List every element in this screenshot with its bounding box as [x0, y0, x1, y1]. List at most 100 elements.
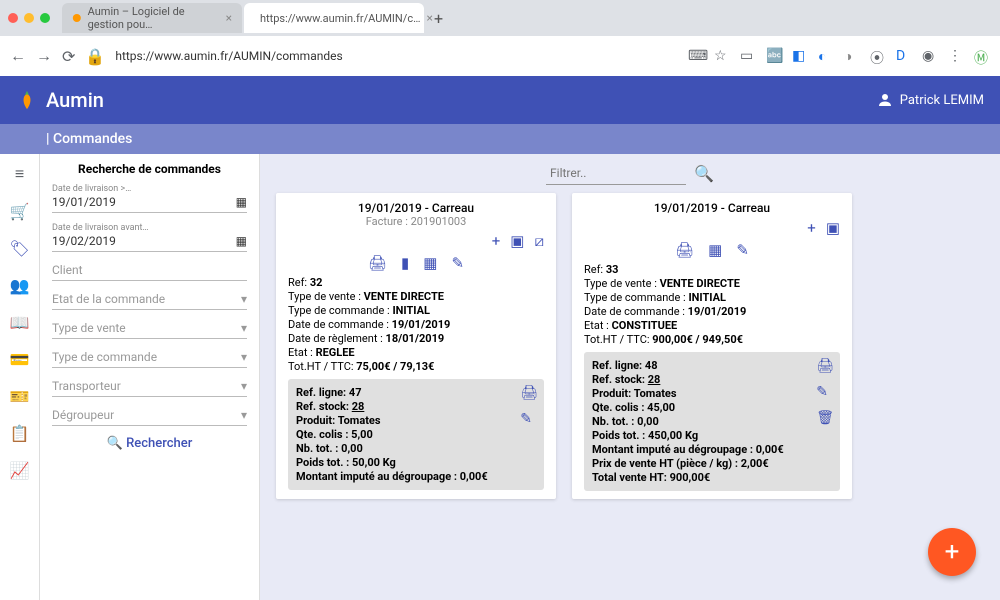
browser-tab-1[interactable]: Aumin – Logiciel de gestion pou… × [62, 3, 242, 33]
type-commande-field[interactable]: Type de commande▾ [52, 349, 247, 368]
add-icon[interactable]: + [492, 232, 501, 250]
fab-add-button[interactable]: + [928, 528, 976, 576]
add-icon[interactable]: + [807, 219, 816, 237]
label: Montant imputé au dégroupage : [296, 470, 460, 483]
stock-link[interactable]: 28 [352, 400, 365, 413]
card-top-icons: + ▣ [584, 219, 840, 237]
edit-icon[interactable]: ✎ [520, 411, 538, 427]
close-icon[interactable]: × [226, 11, 232, 25]
profile-icon[interactable]: Ⓜ [974, 48, 990, 64]
extension-icon[interactable]: ◧ [792, 48, 808, 64]
translate-icon[interactable]: 🔤 [766, 48, 782, 64]
calendar-icon[interactable]: ▦ [423, 254, 437, 272]
notebook-icon[interactable]: ▮ [401, 254, 409, 272]
extension-icon[interactable]: ⦿ [870, 48, 886, 64]
label: Ref. stock: [592, 373, 648, 386]
lock-icon: 🔒 [85, 47, 105, 66]
edit-icon[interactable]: ✎ [736, 241, 749, 259]
edit-icon[interactable]: ✎ [816, 384, 834, 400]
people-icon[interactable]: 👥 [10, 276, 30, 295]
close-icon[interactable]: × [426, 11, 432, 25]
field-label: Etat de la commande [52, 292, 165, 306]
print-icon[interactable]: 🖨 [816, 358, 834, 374]
comment-off-icon[interactable]: ⧄ [534, 232, 544, 250]
new-tab-button[interactable]: + [434, 9, 443, 28]
type-vente-field[interactable]: Type de vente▾ [52, 320, 247, 339]
label: Produit: [296, 414, 338, 427]
degroupeur-field[interactable]: Dégroupeur▾ [52, 407, 247, 426]
window-max-icon[interactable] [40, 13, 50, 23]
extension-icon[interactable]: D [896, 48, 912, 64]
card-title: 19/01/2019 - Carreau [584, 201, 840, 215]
etat-field[interactable]: Etat de la commande ▾ [52, 291, 247, 310]
chevron-down-icon: ▾ [241, 321, 247, 335]
card-title: 19/01/2019 - Carreau [288, 201, 544, 215]
search-icon[interactable]: 🔍 [694, 164, 714, 183]
tag-icon[interactable]: 🏷 [9, 239, 29, 258]
chart-icon[interactable]: 📈 [10, 461, 30, 480]
back-button[interactable]: ← [10, 46, 26, 66]
delete-icon[interactable]: 🗑 [816, 410, 834, 426]
user-menu[interactable]: Patrick LEMIM [876, 91, 984, 109]
star-icon[interactable]: ☆ [714, 48, 730, 64]
value: 47 [349, 386, 362, 399]
chevron-down-icon: ▾ [241, 292, 247, 306]
value: 450,00 Kg [648, 429, 698, 442]
extension-icon[interactable]: ◉ [922, 48, 938, 64]
cast-icon[interactable]: ▭ [740, 48, 756, 64]
value: 0,00 [341, 442, 363, 455]
label: Type de commande : [288, 304, 392, 317]
menu-icon[interactable]: ⋮ [948, 48, 964, 64]
print-icon[interactable]: 🖨 [520, 385, 538, 401]
calendar-icon[interactable]: ▦ [708, 241, 722, 259]
tab-strip: Aumin – Logiciel de gestion pou… × https… [0, 0, 1000, 36]
cards-container: 19/01/2019 - Carreau Facture : 201901003… [276, 193, 984, 499]
print-icon[interactable]: 🖨 [675, 241, 694, 259]
label: Date de commande : [288, 318, 392, 331]
calendar-icon[interactable]: ▦ [236, 234, 247, 248]
brand[interactable]: Aumin [16, 88, 104, 112]
extension-icon[interactable]: ◑ [844, 48, 860, 64]
label: Nb. tot. : [296, 442, 341, 455]
field-label: Client [52, 263, 83, 277]
window-close-icon[interactable] [8, 13, 18, 23]
calendar-icon[interactable]: ▦ [236, 195, 247, 209]
comment-icon[interactable]: ▣ [826, 219, 840, 237]
value: 18/01/2019 [386, 332, 445, 345]
label: Date de commande : [584, 305, 688, 318]
ticket-icon[interactable]: 🎫 [10, 387, 30, 406]
label: Ref: [584, 263, 606, 276]
card-icon[interactable]: 💳 [10, 350, 30, 369]
field-label: Date de livraison >… [52, 184, 247, 194]
value: 5,00 [351, 428, 373, 441]
url-display[interactable]: https://www.aumin.fr/AUMIN/commandes [115, 49, 678, 63]
book-icon[interactable]: 📖 [10, 313, 30, 332]
transporteur-field[interactable]: Transporteur▾ [52, 378, 247, 397]
menu-icon[interactable]: ≡ [15, 164, 24, 184]
cart-icon[interactable]: 🛒 [10, 202, 30, 221]
filter-input[interactable] [546, 162, 686, 185]
order-card: 19/01/2019 - Carreau Facture : 201901003… [276, 193, 556, 499]
edit-icon[interactable]: ✎ [451, 254, 464, 272]
extension-icons: ⌨ ☆ ▭ 🔤 ◧ ◐ ◑ ⦿ D ◉ ⋮ Ⓜ [688, 48, 990, 64]
browser-tab-2[interactable]: https://www.aumin.fr/AUMIN/c… × [244, 3, 424, 33]
reload-button[interactable]: ⟳ [62, 47, 75, 66]
clipboard-icon[interactable]: 📋 [10, 424, 30, 443]
value: 0,00€ [756, 443, 784, 456]
label: Type de commande : [584, 291, 688, 304]
key-icon[interactable]: ⌨ [688, 48, 704, 64]
client-field[interactable]: Client [52, 262, 247, 281]
label: Nb. tot. : [592, 415, 637, 428]
date-to-field[interactable]: Date de livraison avant… 19/02/2019▦ [52, 223, 247, 252]
stock-link[interactable]: 28 [648, 373, 661, 386]
value: INITIAL [688, 291, 726, 304]
value: 2,00€ [741, 457, 769, 470]
forward-button[interactable]: → [36, 46, 52, 66]
search-button[interactable]: 🔍 Rechercher [52, 436, 247, 451]
extension-icon[interactable]: ◐ [818, 48, 834, 64]
user-name: Patrick LEMIM [900, 93, 984, 108]
print-icon[interactable]: 🖨 [368, 254, 387, 272]
window-min-icon[interactable] [24, 13, 34, 23]
comment-icon[interactable]: ▣ [510, 232, 524, 250]
date-from-field[interactable]: Date de livraison >… 19/01/2019▦ [52, 184, 247, 213]
